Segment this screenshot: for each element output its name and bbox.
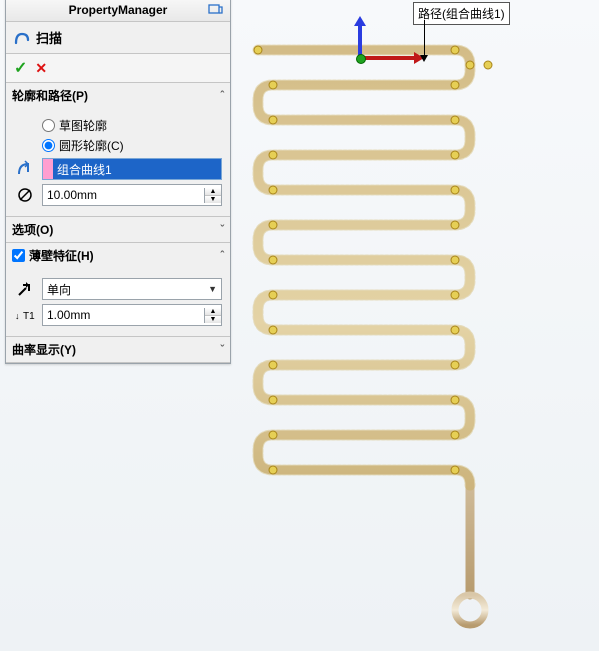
chevron-up-icon: ˆ <box>220 250 224 262</box>
section-label: 轮廓和路径(P) <box>12 87 88 104</box>
spin-down[interactable]: ▼ <box>205 196 221 203</box>
radio-circle-input[interactable] <box>42 139 55 152</box>
model-preview <box>240 40 520 640</box>
feature-name: 扫描 <box>36 28 62 47</box>
reverse-direction-icon[interactable] <box>14 278 36 300</box>
chevron-down-icon: ˇ <box>220 224 224 236</box>
callout-arrow <box>420 55 428 62</box>
diameter-field[interactable]: 10.00mm ▲▼ <box>42 184 222 206</box>
path-selection-field[interactable]: 组合曲线1 <box>42 158 222 180</box>
radio-circle-label: 圆形轮廓(C) <box>59 137 124 154</box>
cancel-button[interactable]: ✕ <box>35 60 47 77</box>
section-label: 选项(O) <box>12 221 53 238</box>
section-options: 选项(O) ˇ <box>6 217 230 243</box>
section-header-options[interactable]: 选项(O) ˇ <box>6 217 230 242</box>
triad-origin <box>356 54 366 64</box>
property-manager-panel: PropertyManager 扫描 ✓ ✕ 轮廓和路径(P) ˆ 草图轮廓 圆… <box>5 0 231 364</box>
radio-circle-profile[interactable]: 圆形轮廓(C) <box>42 137 222 154</box>
feature-header: 扫描 <box>6 22 230 54</box>
path-type-indicator <box>43 159 53 179</box>
radio-sketch-label: 草图轮廓 <box>59 117 107 134</box>
svg-text:↓: ↓ <box>15 311 20 321</box>
thin-feature-checkbox[interactable] <box>12 249 25 262</box>
pin-icon[interactable] <box>206 1 224 19</box>
thin-feature-label: 薄壁特征(H) <box>29 247 94 264</box>
diameter-icon <box>14 184 36 206</box>
radio-sketch-profile[interactable]: 草图轮廓 <box>42 117 222 134</box>
section-label: 曲率显示(Y) <box>12 341 76 358</box>
svg-text:T1: T1 <box>23 311 35 322</box>
diameter-spinner[interactable]: ▲▼ <box>204 188 221 203</box>
dropdown-arrow-icon: ▼ <box>208 284 217 294</box>
thickness-value: 1.00mm <box>43 308 204 322</box>
spin-up[interactable]: ▲ <box>205 188 221 196</box>
section-header-profile-path[interactable]: 轮廓和路径(P) ˆ <box>6 83 230 108</box>
pm-actions: ✓ ✕ <box>6 54 230 83</box>
thickness-field[interactable]: 1.00mm ▲▼ <box>42 304 222 326</box>
section-header-curvature[interactable]: 曲率显示(Y) ˇ <box>6 337 230 362</box>
pm-title-bar: PropertyManager <box>6 0 230 22</box>
diameter-value: 10.00mm <box>43 188 204 202</box>
thickness-spinner[interactable]: ▲▼ <box>204 308 221 323</box>
ok-button[interactable]: ✓ <box>14 58 27 78</box>
direction-value: 单向 <box>47 281 71 298</box>
spin-down[interactable]: ▼ <box>205 316 221 323</box>
path-icon <box>14 158 36 180</box>
triad-y-arrow <box>354 16 366 26</box>
spin-up[interactable]: ▲ <box>205 308 221 316</box>
callout-leader <box>424 20 425 55</box>
radio-sketch-input[interactable] <box>42 119 55 132</box>
chevron-down-icon: ˇ <box>220 344 224 356</box>
pm-title-text: PropertyManager <box>69 3 168 17</box>
section-profile-path: 轮廓和路径(P) ˆ 草图轮廓 圆形轮廓(C) 组合曲线1 <box>6 83 230 217</box>
triad-x-axis <box>358 56 416 60</box>
thickness-icon: ↓T1 <box>14 304 36 326</box>
section-curvature: 曲率显示(Y) ˇ <box>6 337 230 363</box>
chevron-up-icon: ˆ <box>220 90 224 102</box>
section-thin-feature: 薄壁特征(H) ˆ 单向 ▼ ↓T1 1.00mm ▲▼ <box>6 243 230 337</box>
path-value: 组合曲线1 <box>53 159 221 179</box>
sweep-icon <box>14 30 30 46</box>
direction-select[interactable]: 单向 ▼ <box>42 278 222 300</box>
path-callout[interactable]: 路径(组合曲线1) <box>413 2 510 25</box>
thin-feature-header[interactable]: 薄壁特征(H) ˆ <box>6 243 230 268</box>
